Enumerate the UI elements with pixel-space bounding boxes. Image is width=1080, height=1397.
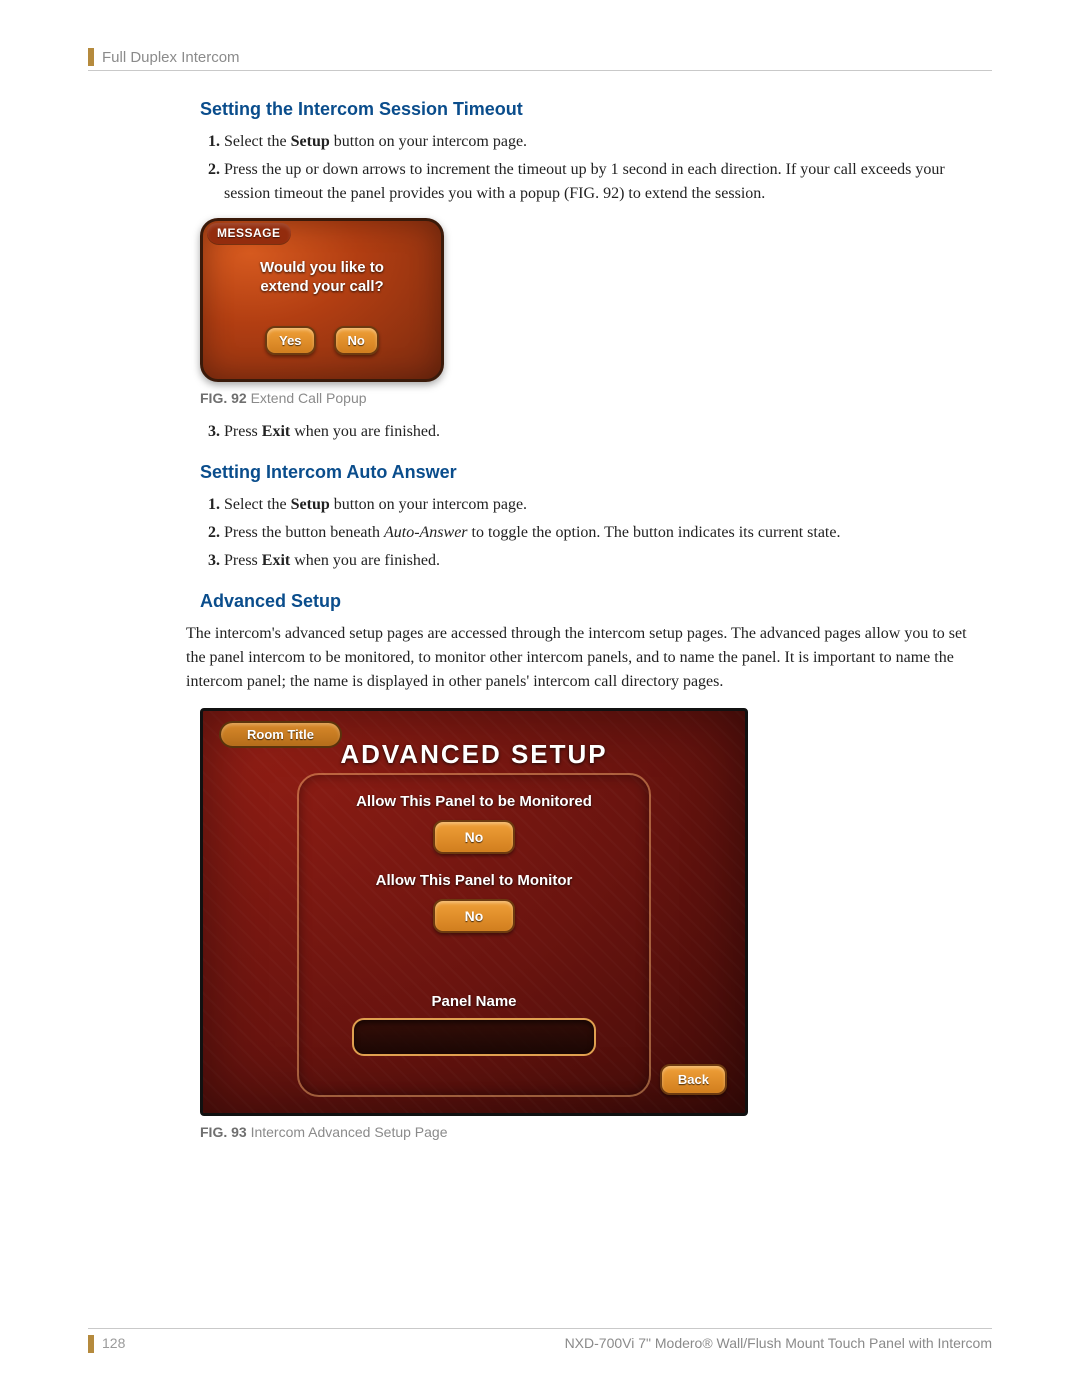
advanced-setup-page: Room Title ADVANCED SETUP Allow This Pan… [200, 708, 748, 1116]
fig92-caption: FIG. 92 Extend Call Popup [200, 390, 980, 406]
page-number: 128 [102, 1335, 125, 1351]
no-button[interactable]: No [334, 326, 379, 355]
label-allow-to-monitor: Allow This Panel to Monitor [299, 872, 649, 889]
step-b3: Press Exit when you are finished. [224, 549, 980, 573]
fig93-caption: FIG. 93 Intercom Advanced Setup Page [200, 1124, 980, 1140]
step-a1: Select the Setup button on your intercom… [224, 130, 980, 154]
back-button[interactable]: Back [660, 1064, 727, 1095]
extend-call-popup: MESSAGE Would you like to extend your ca… [200, 218, 444, 382]
heading-session-timeout: Setting the Intercom Session Timeout [200, 99, 980, 120]
step-b2: Press the button beneath Auto-Answer to … [224, 521, 980, 545]
footer-accent-bar [88, 1335, 94, 1353]
header-section-text: Full Duplex Intercom [102, 49, 240, 66]
advanced-setup-paragraph: The intercom's advanced setup pages are … [186, 622, 980, 694]
header-accent-bar [88, 48, 94, 66]
popup-title: MESSAGE [207, 223, 291, 244]
popup-message: Would you like to extend your call? [203, 259, 441, 297]
footer-doc-title: NXD-700Vi 7" Modero® Wall/Flush Mount To… [565, 1335, 992, 1351]
step-a2: Press the up or down arrows to increment… [224, 158, 980, 206]
advanced-setup-title: ADVANCED SETUP [203, 739, 745, 770]
label-panel-name: Panel Name [299, 993, 649, 1010]
panel-name-input[interactable] [352, 1018, 596, 1056]
page-header: Full Duplex Intercom [88, 48, 992, 66]
advanced-setup-frame: Allow This Panel to be Monitored No Allo… [297, 773, 651, 1097]
step-b1: Select the Setup button on your intercom… [224, 493, 980, 517]
heading-auto-answer: Setting Intercom Auto Answer [200, 462, 980, 483]
toggle-allow-to-monitor[interactable]: No [433, 899, 516, 933]
step-a3: Press Exit when you are finished. [224, 420, 980, 444]
yes-button[interactable]: Yes [265, 326, 315, 355]
label-allow-be-monitored: Allow This Panel to be Monitored [299, 793, 649, 810]
toggle-allow-be-monitored[interactable]: No [433, 820, 516, 854]
page-footer: 128 NXD-700Vi 7" Modero® Wall/Flush Moun… [88, 1328, 992, 1353]
heading-advanced-setup: Advanced Setup [200, 591, 980, 612]
header-divider [88, 70, 992, 71]
